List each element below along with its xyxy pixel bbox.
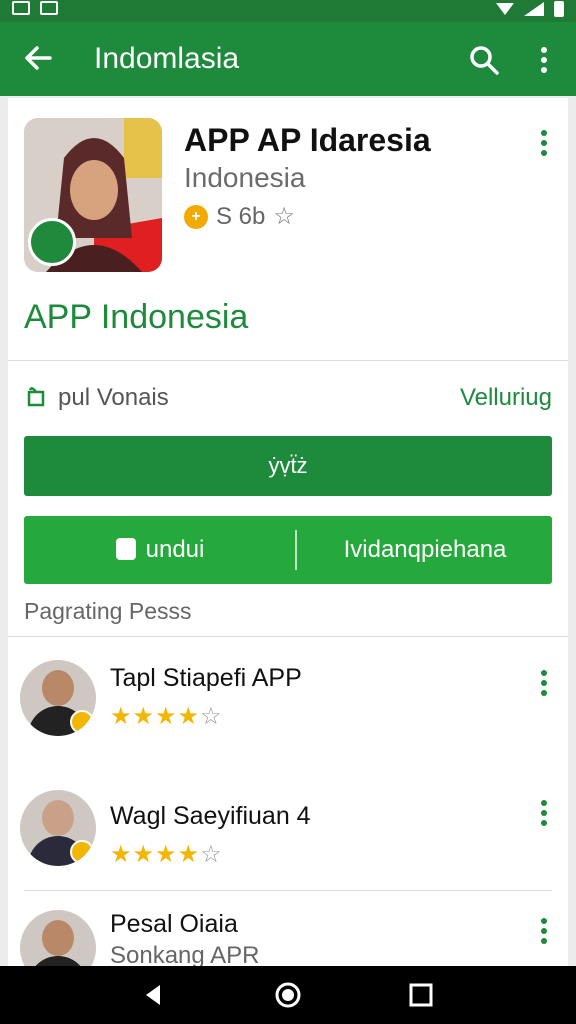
nav-back-icon[interactable] xyxy=(138,980,168,1010)
app-detail-card: APP AP Idaresia Indonesia + S 6b ☆ APP I… xyxy=(8,98,568,986)
status-bar xyxy=(0,0,576,22)
screenshot-icon xyxy=(40,1,58,15)
item-more-icon[interactable] xyxy=(536,916,552,946)
system-nav-bar xyxy=(0,966,576,1024)
app-bar: Indomlasia xyxy=(0,22,576,96)
status-left xyxy=(12,1,58,15)
star-rating: ★★★★☆ xyxy=(110,703,223,730)
app-headline: APP Indonesia xyxy=(24,298,249,336)
avatar-badge-icon xyxy=(70,840,94,864)
star-rating: ★★★★☆ xyxy=(110,841,223,868)
card-more-icon[interactable] xyxy=(536,128,552,158)
app-badge-icon xyxy=(28,218,76,266)
list-item-name: Tapl Stiapefi APP xyxy=(110,664,302,692)
permission-row: pul Vonais Velluriug xyxy=(24,382,552,414)
section-label: Pagrating Pesss xyxy=(24,598,192,624)
primary-action-button[interactable]: ẏṿẗż xyxy=(24,436,552,496)
app-developer[interactable]: Indonesia xyxy=(184,162,305,194)
download-button[interactable]: undui xyxy=(24,516,296,584)
nav-home-icon[interactable] xyxy=(273,980,303,1010)
item-more-icon[interactable] xyxy=(536,798,552,828)
app-icon[interactable] xyxy=(24,118,162,272)
notification-icon xyxy=(12,1,30,15)
list-item-name: Wagl Saeyifiuan 4 xyxy=(110,802,311,830)
avatar-head xyxy=(42,920,74,956)
avatar xyxy=(20,660,96,736)
split-button: undui Ividanqpiehana xyxy=(24,516,552,584)
more-vert-icon[interactable] xyxy=(532,42,556,78)
nav-recents-icon[interactable] xyxy=(406,980,436,1010)
list-item-name: Pesal Oiaia xyxy=(110,910,238,938)
divider xyxy=(8,636,568,637)
status-right xyxy=(496,1,564,17)
rating-text: S 6b xyxy=(216,202,266,230)
divider xyxy=(8,360,568,361)
item-more-icon[interactable] xyxy=(536,668,552,698)
wifi-icon xyxy=(496,3,514,15)
app-name: APP AP Idaresia xyxy=(184,122,431,158)
avatar-head xyxy=(42,800,74,836)
signal-icon xyxy=(524,2,544,16)
button-separator xyxy=(295,530,297,570)
search-icon[interactable] xyxy=(466,42,502,78)
avatar xyxy=(20,790,96,866)
permission-link[interactable]: Velluriug xyxy=(460,384,552,412)
avatar-badge-icon xyxy=(70,710,94,734)
app-bar-title: Indomlasia xyxy=(94,42,240,75)
avatar-head xyxy=(42,670,74,706)
permission-label: pul Vonais xyxy=(58,384,169,411)
star-outline-icon: ☆ xyxy=(273,203,295,230)
rating-row: + S 6b ☆ xyxy=(184,202,295,231)
divider xyxy=(24,890,552,891)
back-arrow-icon[interactable] xyxy=(20,40,56,76)
battery-icon xyxy=(554,1,564,17)
lock-icon xyxy=(115,538,136,560)
gift-icon xyxy=(27,387,45,407)
secondary-button[interactable]: Ividanqpiehana xyxy=(298,516,552,584)
download-label: undui xyxy=(145,536,205,563)
coin-icon: + xyxy=(184,204,208,229)
